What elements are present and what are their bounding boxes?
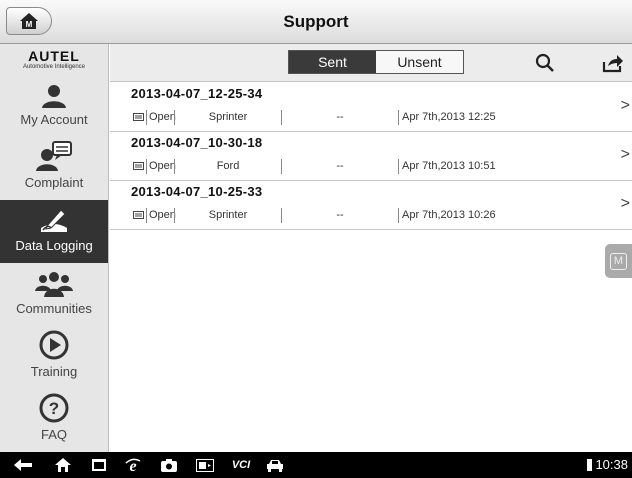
- log-vehicle: Ford: [216, 160, 240, 172]
- log-date: Apr 7th,2013 12:25: [402, 111, 496, 123]
- page-title: Support: [283, 12, 349, 31]
- sidebar-item-complaint[interactable]: Complaint: [0, 137, 108, 200]
- play-icon: [39, 330, 69, 360]
- sidebar-item-label: Training: [30, 364, 78, 379]
- logo-brand: AUTEL: [28, 48, 80, 64]
- sidebar-item-label: Data Logging: [15, 238, 93, 253]
- recent-apps-icon[interactable]: [88, 452, 110, 478]
- battery-icon: [584, 452, 594, 478]
- log-date: Apr 7th,2013 10:51: [402, 160, 496, 172]
- log-vehicle: Sprinter: [208, 111, 248, 123]
- log-date: Apr 7th,2013 10:26: [402, 209, 496, 221]
- sidebar-item-label: FAQ: [40, 427, 67, 442]
- sidebar-item-my-account[interactable]: My Account: [0, 74, 108, 137]
- person-icon: [42, 85, 66, 108]
- log-vehicle: Sprinter: [208, 209, 248, 221]
- log-extra: --: [336, 209, 344, 221]
- vci-button[interactable]: VCI: [228, 452, 254, 478]
- document-icon: [133, 162, 144, 170]
- log-status: Open: [149, 111, 176, 123]
- share-icon[interactable]: [602, 53, 624, 73]
- floating-m-button[interactable]: M: [605, 244, 632, 278]
- title-bar: M Support: [0, 0, 632, 44]
- sidebar-item-label: Complaint: [24, 175, 84, 190]
- list-item[interactable]: 2013-04-07_10-30-18 Open Ford -- Apr 7th…: [110, 132, 632, 181]
- chevron-right-icon: >: [620, 97, 630, 114]
- document-icon: [133, 113, 144, 121]
- autel-logo: AUTEL Automotive Intelligence: [0, 44, 108, 74]
- sidebar-item-data-logging[interactable]: Data Logging: [0, 200, 108, 263]
- log-extra: --: [336, 160, 344, 172]
- complaint-icon: [36, 141, 72, 171]
- chevron-right-icon: >: [620, 195, 630, 212]
- camera-icon[interactable]: [158, 452, 180, 478]
- m-icon: M: [610, 253, 627, 270]
- list-item[interactable]: 2013-04-07_12-25-34 Open Sprinter -- Apr…: [110, 83, 632, 132]
- sidebar-item-training[interactable]: Training: [0, 326, 108, 389]
- log-extra: --: [336, 111, 344, 123]
- question-icon: ?: [39, 393, 69, 423]
- tab-sent[interactable]: Sent: [289, 51, 376, 73]
- sent-unsent-toggle: Sent Unsent: [288, 50, 464, 74]
- sidebar: AUTEL Automotive Intelligence My Account…: [0, 44, 109, 452]
- svg-text:?: ?: [49, 399, 59, 418]
- people-icon: [35, 272, 73, 297]
- chevron-right-icon: >: [620, 146, 630, 163]
- screen-capture-icon[interactable]: [194, 452, 216, 478]
- search-icon[interactable]: [535, 53, 555, 73]
- log-status: Open: [149, 209, 176, 221]
- log-name: 2013-04-07_10-25-33: [131, 184, 263, 199]
- clock: 10:38: [595, 457, 628, 472]
- back-icon[interactable]: [12, 452, 34, 478]
- tab-unsent[interactable]: Unsent: [376, 51, 463, 73]
- log-status: Open: [149, 160, 176, 172]
- log-name: 2013-04-07_12-25-34: [131, 86, 263, 101]
- sidebar-item-label: Communities: [16, 301, 92, 316]
- sidebar-item-label: My Account: [20, 112, 88, 127]
- data-log-list: 2013-04-07_12-25-34 Open Sprinter -- Apr…: [110, 83, 632, 230]
- car-icon[interactable]: [264, 452, 286, 478]
- logo-tagline: Automotive Intelligence: [22, 64, 86, 70]
- browser-icon[interactable]: e: [122, 452, 144, 478]
- list-item[interactable]: 2013-04-07_10-25-33 Open Sprinter -- Apr…: [110, 181, 632, 230]
- toolbar: Sent Unsent: [110, 44, 632, 82]
- sidebar-item-communities[interactable]: Communities: [0, 263, 108, 326]
- data-logging-icon: [41, 209, 67, 232]
- document-icon: [133, 211, 144, 219]
- home-nav-icon[interactable]: [52, 452, 74, 478]
- system-bar: e VCI 10:38: [0, 452, 632, 478]
- log-name: 2013-04-07_10-30-18: [131, 135, 263, 150]
- sidebar-item-faq[interactable]: ? FAQ: [0, 389, 108, 452]
